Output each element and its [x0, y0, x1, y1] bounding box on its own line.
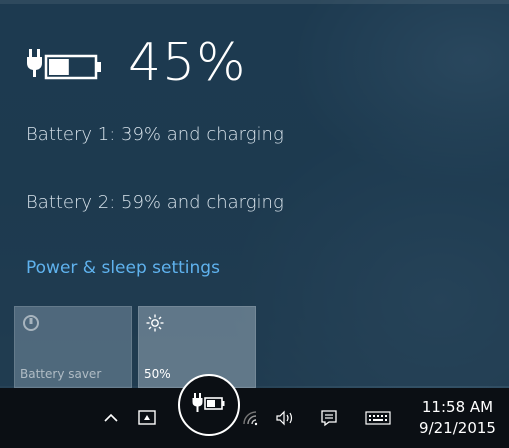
brightness-icon	[145, 313, 165, 338]
clock-date: 9/21/2015	[419, 419, 496, 437]
wifi-icon[interactable]	[236, 388, 264, 448]
taskbar-clock[interactable]: 11:58 AM 9/21/2015	[410, 388, 505, 448]
battery-2-status: Battery 2: 59% and charging	[26, 192, 284, 213]
keyboard-icon[interactable]	[360, 388, 396, 448]
battery-saver-label: Battery saver	[20, 367, 102, 381]
battery-percentage: 45%	[128, 33, 247, 93]
battery-1-status: Battery 1: 39% and charging	[26, 124, 284, 145]
battery-plug-icon	[26, 43, 114, 83]
chevron-up-icon[interactable]	[96, 388, 126, 448]
brightness-label: 50%	[144, 367, 171, 381]
tablet-mode-icon[interactable]	[132, 388, 162, 448]
volume-icon[interactable]	[270, 388, 300, 448]
battery-saver-tile[interactable]: Battery saver	[14, 306, 132, 388]
flyout-top-edge	[0, 0, 509, 4]
power-sleep-settings-link[interactable]: Power & sleep settings	[26, 258, 220, 278]
battery-saver-icon	[21, 313, 41, 338]
battery-header: 45%	[26, 28, 247, 98]
battery-flyout: 45% Battery 1: 39% and charging Battery …	[0, 0, 509, 388]
battery-tray-button[interactable]	[178, 374, 240, 436]
action-center-icon[interactable]	[314, 388, 344, 448]
clock-time: 11:58 AM	[421, 398, 494, 416]
battery-plug-tray-icon	[192, 392, 226, 419]
